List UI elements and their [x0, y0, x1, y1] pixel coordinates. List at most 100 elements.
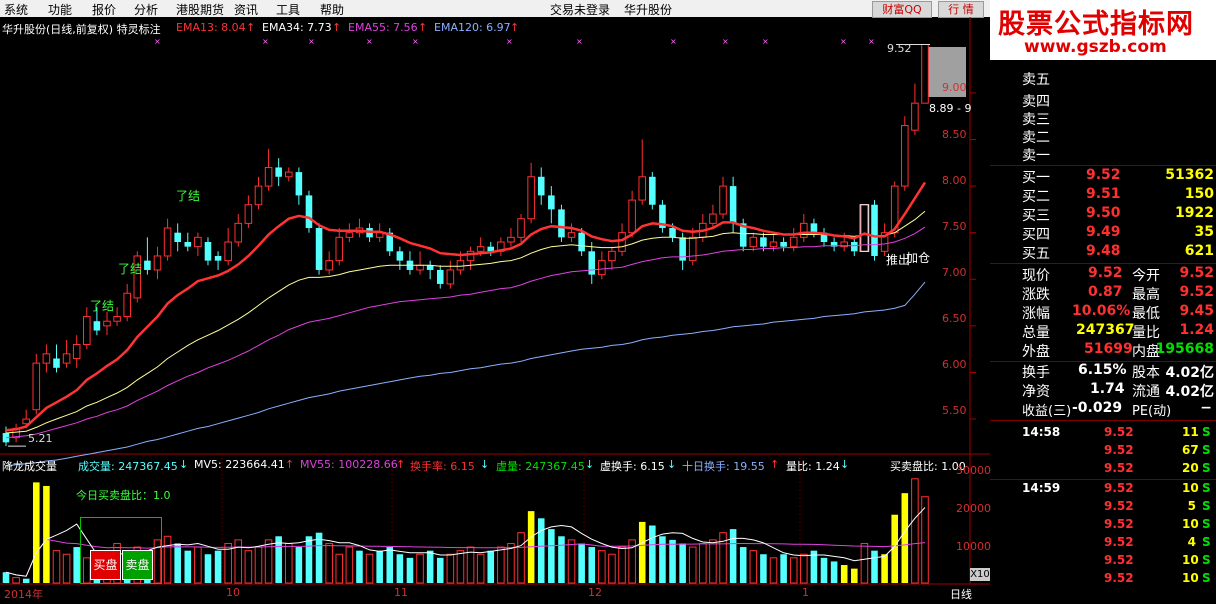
menu-item-quote[interactable]: 报价	[92, 1, 116, 18]
volume-bar	[588, 547, 596, 583]
candle-body-down	[669, 228, 676, 238]
volume-bar	[578, 543, 585, 583]
volume-axis-label: 30000	[956, 464, 991, 477]
candle-body-down	[315, 228, 323, 270]
buy1-row[interactable]: 买一 9.52 51362	[990, 167, 1216, 186]
volume-bar-up	[769, 557, 778, 584]
candle-body-up	[153, 255, 162, 271]
trade-login-status[interactable]: 交易未登录	[550, 1, 610, 18]
divider	[990, 263, 1216, 264]
volume-bar-up	[497, 546, 505, 584]
ema55-line	[5, 226, 926, 439]
candle-body-up	[163, 227, 172, 257]
sell1-row: 卖一	[1022, 148, 1050, 164]
quote-row: 现价 9.52 今开 9.52	[1022, 265, 1214, 284]
volume-bar	[548, 529, 555, 583]
volume-bar-up	[567, 539, 576, 584]
candle-body-up	[749, 236, 758, 248]
tick-row: 9.52 5 S	[1104, 499, 1211, 513]
time-axis-label: 1	[802, 586, 809, 599]
candle-body-up	[194, 236, 202, 248]
price-axis-label: 7.50	[942, 220, 967, 233]
volume-bar	[659, 536, 666, 583]
volume-bar-up	[476, 553, 485, 584]
caifu-qq-button[interactable]: 财富QQ	[872, 1, 932, 18]
tick-row: 14:59 9.52 10 S	[1022, 481, 1211, 495]
price-axis-label: 6.50	[942, 312, 967, 325]
buy2-row[interactable]: 买二 9.51 150	[990, 186, 1216, 205]
volume-ratio-legend: 量比: 1.24	[786, 460, 840, 473]
volume-bar	[386, 547, 394, 583]
hangqing-button[interactable]: 行 情	[938, 1, 984, 18]
divider	[990, 420, 1216, 421]
watermark-title: 股票公式指标网	[998, 9, 1194, 40]
volume-bar	[679, 543, 686, 583]
candle-body-up	[638, 176, 647, 201]
volume-bar	[760, 554, 767, 583]
menu-item-news[interactable]: 资讯	[234, 1, 258, 18]
ema120-legend: EMA120: 6.97	[434, 21, 511, 34]
menu-item-hk-futures[interactable]: 港股期货	[176, 1, 224, 18]
volume-bar	[739, 547, 747, 583]
sell-volume-button[interactable]: 卖盘	[122, 550, 153, 580]
volume-bar-up	[709, 539, 717, 584]
candle-body-up	[335, 236, 344, 262]
top-marker: ×	[840, 37, 847, 46]
divider	[990, 165, 1216, 166]
candle-body-up	[416, 264, 424, 271]
turnover-arrow: ↓	[480, 458, 490, 471]
ten-day-turnover-arrow: ↑	[770, 458, 780, 471]
buy5-row[interactable]: 买五 9.48 621	[990, 243, 1216, 262]
virtual-volume-arrow: ↓	[585, 458, 595, 471]
volume-bar-up	[335, 553, 344, 584]
kline-svg[interactable]: × × × × × × × × × × × ×	[0, 17, 990, 601]
volume-bar	[820, 557, 828, 583]
volume-bar	[315, 532, 323, 583]
menu-item-help[interactable]: 帮助	[320, 1, 344, 18]
volume-bar-up	[911, 478, 919, 584]
volume-axis-label: 20000	[956, 502, 991, 515]
high-price-label: 9.52	[887, 42, 912, 55]
candle-body-up	[476, 246, 485, 252]
candle-body-up	[608, 250, 616, 262]
top-marker: ×	[308, 37, 315, 46]
buy4-row[interactable]: 买四 9.49 35	[990, 224, 1216, 243]
candle-body-down	[729, 186, 737, 224]
volume-bar-up	[688, 546, 697, 584]
volume-bar	[871, 550, 878, 583]
volume-bar-up	[618, 546, 626, 584]
menu-item-system[interactable]: 系统	[4, 1, 28, 18]
period-label[interactable]: 日线	[950, 586, 972, 602]
candle-body-up	[598, 260, 606, 276]
candle-body-up	[254, 185, 263, 206]
volume-bar	[305, 536, 313, 583]
buy-volume-button[interactable]: 买盘	[90, 550, 121, 580]
volume-bar-up	[325, 542, 333, 584]
volume-bar	[295, 547, 303, 583]
volume-bar	[851, 568, 858, 583]
buy-sell-ratio-legend: 买卖盘比: 1.00	[890, 460, 966, 473]
sell5-row: 卖五	[1022, 72, 1050, 88]
candle-body-down	[588, 251, 596, 275]
candle-body-up	[244, 204, 253, 224]
menu-item-analysis[interactable]: 分析	[134, 1, 158, 18]
candle-body-down	[174, 232, 181, 242]
candle-body-up	[83, 316, 91, 345]
candle-body-down	[275, 167, 282, 177]
ema13-line	[5, 181, 927, 432]
volume-bar	[638, 521, 646, 583]
volume-bar-up	[52, 550, 61, 584]
turnover-legend: 换手率: 6.15	[410, 460, 475, 473]
watermark-logo: 股票公式指标网 www.gszb.com	[990, 0, 1216, 60]
top-marker: ×	[670, 37, 677, 46]
virtual-turnover-legend: 虚换手: 6.15	[600, 460, 665, 473]
menu-item-function[interactable]: 功能	[48, 1, 72, 18]
quote-row: 换手 6.15% 股本 4.02亿	[1022, 362, 1214, 381]
candle-body-up	[688, 236, 697, 262]
time-axis-label: 10	[226, 586, 240, 599]
price-axis-label: 8.50	[942, 128, 967, 141]
candle-body-down	[204, 242, 212, 261]
menu-item-tools[interactable]: 工具	[276, 1, 300, 18]
chart-area[interactable]: × × × × × × × × × × × × 华升股份(日线,前复权) 特灵标注 EMA13: 8.…	[0, 17, 991, 602]
buy3-row[interactable]: 买三 9.50 1922	[990, 205, 1216, 224]
